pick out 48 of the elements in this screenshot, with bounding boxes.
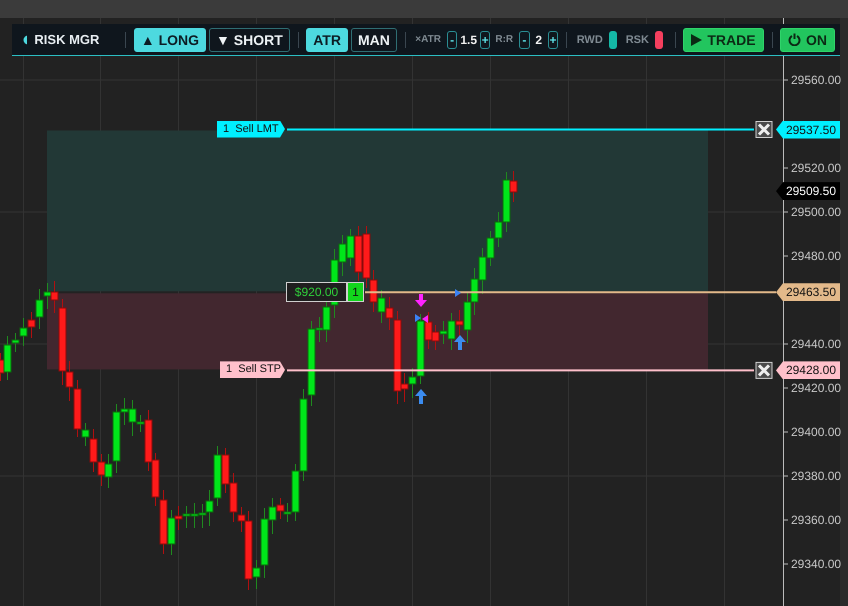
up-arrow-icon	[454, 335, 466, 350]
pnl-label[interactable]: $920.00	[286, 282, 347, 302]
price-tick-label: 29400.00	[791, 424, 842, 440]
close-icon[interactable]	[756, 121, 772, 138]
quantity-label[interactable]: 1	[347, 282, 364, 302]
down-arrow-icon	[415, 294, 427, 307]
stepper-value: 2	[534, 32, 544, 46]
price-tick-label: 29480.00	[791, 248, 842, 264]
decrement-button[interactable]: -	[519, 30, 530, 48]
power-icon	[788, 33, 801, 46]
mode-button[interactable]: ATR	[306, 28, 348, 52]
power-button[interactable]: ON	[780, 28, 835, 52]
triangle-left-icon	[422, 315, 428, 323]
price-tick-label: 29500.00	[791, 204, 842, 220]
price-label: 29537.50	[776, 120, 840, 138]
color-swatch[interactable]	[608, 30, 617, 48]
up-arrow-icon	[415, 389, 427, 404]
increment-button[interactable]: +	[480, 30, 490, 48]
triangle-right-icon	[455, 289, 461, 297]
stepper-value: 1.5	[460, 32, 477, 46]
price-label: 29428.00	[776, 361, 840, 380]
order-line[interactable]	[287, 369, 754, 372]
direction-button[interactable]: ▲ LONG	[134, 28, 206, 52]
triangle-right-icon	[415, 314, 421, 322]
trade-button[interactable]: TRADE	[683, 28, 764, 52]
order-tag[interactable]: 1 Sell LMT	[217, 120, 285, 138]
toolbar-title: RISK MGR	[34, 32, 100, 47]
mode-button[interactable]: MAN	[350, 28, 397, 52]
price-tick-label: 29440.00	[791, 336, 842, 352]
swatch-label: RWD	[576, 34, 603, 46]
increment-button[interactable]: +	[548, 30, 558, 48]
close-icon[interactable]	[756, 362, 772, 379]
direction-button[interactable]: ▼ SHORT	[209, 28, 290, 52]
decrement-button[interactable]: -	[446, 30, 458, 48]
price-tick-label: 29520.00	[791, 160, 842, 176]
price-label: 29463.50	[776, 283, 840, 302]
price-tick-label: 29560.00	[791, 72, 842, 88]
stepper-label: ×ATR	[415, 34, 441, 45]
play-icon	[691, 34, 702, 46]
color-swatch[interactable]	[654, 30, 663, 48]
price-tick-label: 29360.00	[791, 512, 842, 528]
current-price-label: 29509.50	[776, 182, 840, 200]
price-tick-label: 29420.00	[791, 380, 842, 396]
price-tick-label: 29380.00	[791, 468, 842, 484]
stepper-label: R:R	[495, 34, 514, 45]
price-tick-label: 29340.00	[791, 556, 842, 572]
order-tag[interactable]: 1 Sell STP	[220, 361, 285, 378]
swatch-label: RSK	[626, 34, 649, 46]
